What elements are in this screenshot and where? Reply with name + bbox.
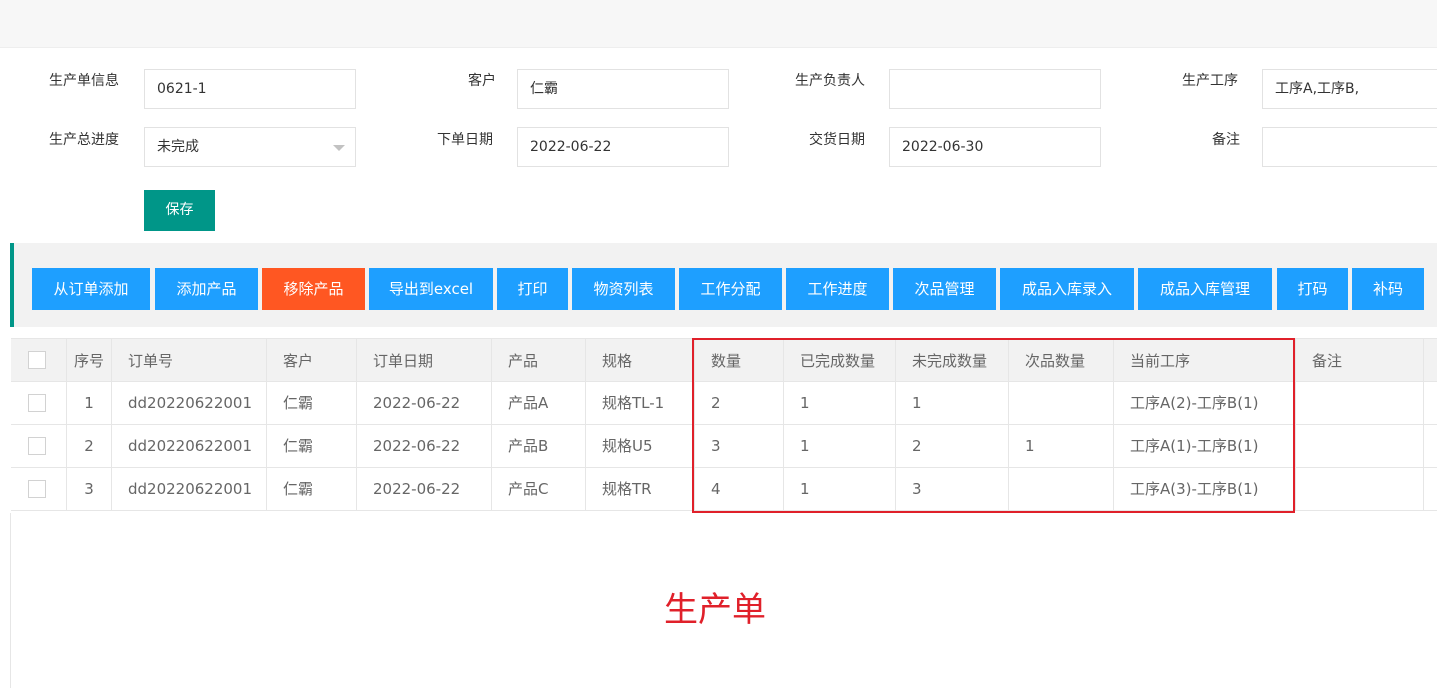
cell-done-qty: 1 <box>784 382 896 424</box>
cell-order-date: 2022-06-22 <box>357 425 492 467</box>
select-all-checkbox[interactable] <box>28 351 46 369</box>
save-button[interactable]: 保存 <box>144 190 215 231</box>
cell-undone-qty: 3 <box>896 468 1009 510</box>
stock-in-manage-button[interactable]: 成品入库管理 <box>1138 268 1272 310</box>
row-checkbox[interactable] <box>28 480 46 498</box>
header-product: 产品 <box>492 339 586 381</box>
cell-product: 产品B <box>492 425 586 467</box>
row-checkbox[interactable] <box>28 437 46 455</box>
cell-customer: 仁霸 <box>267 468 357 510</box>
remove-product-button[interactable]: 移除产品 <box>262 268 365 310</box>
progress-label: 生产总进度 <box>49 132 119 148</box>
customer-label: 客户 <box>468 73 496 89</box>
header-order-no: 订单号 <box>112 339 267 381</box>
order-date-input[interactable]: 2022-06-22 <box>517 127 729 167</box>
add-from-order-button[interactable]: 从订单添加 <box>32 268 150 310</box>
table-row: 3 dd20220622001 仁霸 2022-06-22 产品C 规格TR 4… <box>11 468 1437 511</box>
export-excel-button[interactable]: 导出到excel <box>369 268 493 310</box>
work-progress-button[interactable]: 工作进度 <box>786 268 889 310</box>
cell-defect-qty: 1 <box>1009 425 1114 467</box>
header-spec: 规格 <box>586 339 695 381</box>
delivery-date-label: 交货日期 <box>809 132 865 148</box>
cell-order-no: dd20220622001 <box>112 468 267 510</box>
cell-index: 2 <box>67 425 112 467</box>
table-row: 2 dd20220622001 仁霸 2022-06-22 产品B 规格U5 3… <box>11 425 1437 468</box>
defect-manage-button[interactable]: 次品管理 <box>893 268 996 310</box>
cell-current-process: 工序A(2)-工序B(1) <box>1114 382 1296 424</box>
remark-input[interactable] <box>1262 127 1437 167</box>
row-select-cell <box>11 468 67 510</box>
cell-current-process: 工序A(3)-工序B(1) <box>1114 468 1296 510</box>
cell-current-process: 工序A(1)-工序B(1) <box>1114 425 1296 467</box>
header-remark: 备注 <box>1296 339 1424 381</box>
cell-remark <box>1296 468 1424 510</box>
progress-select-value: 未完成 <box>157 139 199 155</box>
cell-order-no: dd20220622001 <box>112 425 267 467</box>
order-info-input[interactable]: 0621-1 <box>144 69 356 109</box>
cell-undone-qty: 1 <box>896 382 1009 424</box>
table-header-row: 序号 订单号 客户 订单日期 产品 规格 数量 已完成数量 未完成数量 次品数量… <box>11 338 1437 382</box>
print-button[interactable]: 打印 <box>497 268 568 310</box>
process-label: 生产工序 <box>1182 73 1238 89</box>
row-checkbox[interactable] <box>28 394 46 412</box>
cell-index: 1 <box>67 382 112 424</box>
cell-spec: 规格TL-1 <box>586 382 695 424</box>
reprint-code-button[interactable]: 补码 <box>1352 268 1424 310</box>
cell-quantity: 4 <box>695 468 784 510</box>
annotation-caption: 生产单 <box>664 590 766 630</box>
cell-spec: 规格TR <box>586 468 695 510</box>
cell-order-date: 2022-06-22 <box>357 382 492 424</box>
header-defect-qty: 次品数量 <box>1009 339 1114 381</box>
row-select-cell <box>11 425 67 467</box>
cell-undone-qty: 2 <box>896 425 1009 467</box>
cell-customer: 仁霸 <box>267 425 357 467</box>
cell-remark <box>1296 425 1424 467</box>
remark-label: 备注 <box>1212 132 1240 148</box>
work-assign-button[interactable]: 工作分配 <box>679 268 782 310</box>
chevron-down-icon <box>333 145 345 151</box>
select-all-cell <box>11 339 67 381</box>
top-bar <box>0 0 1437 48</box>
cell-index: 3 <box>67 468 112 510</box>
manager-label: 生产负责人 <box>795 73 865 89</box>
delivery-date-input[interactable]: 2022-06-30 <box>889 127 1101 167</box>
cell-order-no: dd20220622001 <box>112 382 267 424</box>
header-customer: 客户 <box>267 339 357 381</box>
cell-customer: 仁霸 <box>267 382 357 424</box>
table-row: 1 dd20220622001 仁霸 2022-06-22 产品A 规格TL-1… <box>11 382 1437 425</box>
print-code-button[interactable]: 打码 <box>1277 268 1348 310</box>
header-quantity: 数量 <box>695 339 784 381</box>
stock-in-entry-button[interactable]: 成品入库录入 <box>1000 268 1134 310</box>
header-undone-qty: 未完成数量 <box>896 339 1009 381</box>
add-product-button[interactable]: 添加产品 <box>155 268 258 310</box>
cell-quantity: 3 <box>695 425 784 467</box>
customer-input[interactable]: 仁霸 <box>517 69 729 109</box>
cell-done-qty: 1 <box>784 425 896 467</box>
cell-defect-qty <box>1009 382 1114 424</box>
row-select-cell <box>11 382 67 424</box>
cell-quantity: 2 <box>695 382 784 424</box>
header-done-qty: 已完成数量 <box>784 339 896 381</box>
order-date-label: 下单日期 <box>437 132 493 148</box>
order-info-label: 生产单信息 <box>49 73 119 89</box>
cell-defect-qty <box>1009 468 1114 510</box>
material-list-button[interactable]: 物资列表 <box>572 268 675 310</box>
cell-done-qty: 1 <box>784 468 896 510</box>
progress-select[interactable]: 未完成 <box>144 127 356 167</box>
manager-input[interactable] <box>889 69 1101 109</box>
cell-remark <box>1296 382 1424 424</box>
cell-order-date: 2022-06-22 <box>357 468 492 510</box>
header-current-process: 当前工序 <box>1114 339 1296 381</box>
cell-spec: 规格U5 <box>586 425 695 467</box>
header-order-date: 订单日期 <box>357 339 492 381</box>
cell-product: 产品C <box>492 468 586 510</box>
cell-product: 产品A <box>492 382 586 424</box>
header-index: 序号 <box>67 339 112 381</box>
process-input[interactable]: 工序A,工序B, <box>1262 69 1437 109</box>
